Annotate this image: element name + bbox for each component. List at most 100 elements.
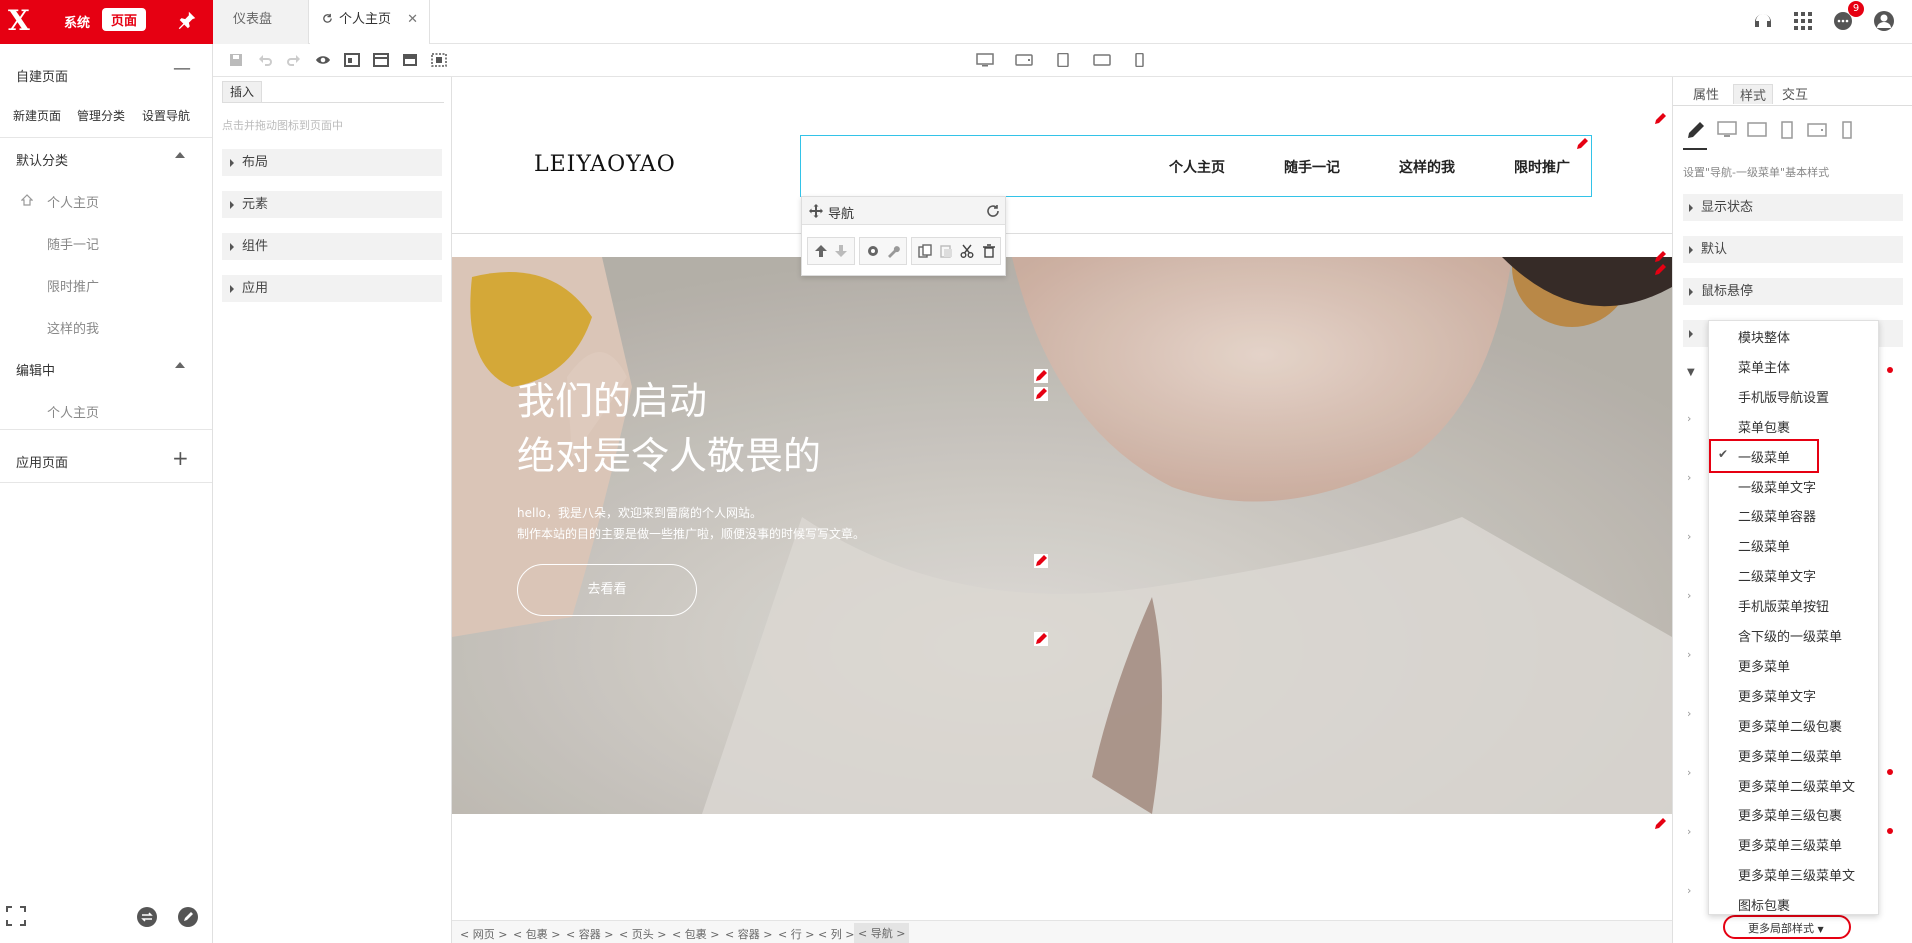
- tab-interaction[interactable]: 交互: [1782, 84, 1808, 103]
- cut-icon[interactable]: [960, 244, 974, 258]
- chevron-right-icon[interactable]: ›: [1687, 707, 1691, 720]
- breadcrumb-item[interactable]: < 容器 >: [725, 926, 772, 942]
- section-components[interactable]: 组件: [222, 233, 442, 260]
- breadcrumb-item[interactable]: < 列 >: [818, 926, 854, 942]
- breadcrumb-item[interactable]: < 页头 >: [619, 926, 666, 942]
- device-laptop-icon[interactable]: [1747, 121, 1767, 139]
- close-icon[interactable]: ✕: [407, 12, 418, 27]
- undo-icon[interactable]: [257, 53, 273, 67]
- nav-item-promotion[interactable]: 限时推广: [47, 276, 99, 295]
- app-pages-heading[interactable]: 应用页面: [16, 452, 68, 471]
- headset-icon[interactable]: [1751, 9, 1775, 33]
- device-phone-icon[interactable]: [1130, 53, 1148, 67]
- chevron-right-icon[interactable]: ›: [1687, 825, 1691, 838]
- dropdown-item[interactable]: 更多菜单三级包裹: [1738, 805, 1842, 824]
- chevron-right-icon[interactable]: ›: [1687, 766, 1691, 779]
- refresh-icon[interactable]: [986, 204, 1000, 218]
- dropdown-item[interactable]: 更多菜单: [1738, 656, 1790, 675]
- fullscreen-icon[interactable]: [6, 906, 26, 926]
- section-apps[interactable]: 应用: [222, 275, 442, 302]
- device-phone-icon[interactable]: [1837, 121, 1857, 139]
- preview-eye-icon[interactable]: [315, 53, 331, 67]
- tab-insert[interactable]: 插入: [222, 81, 262, 103]
- dropdown-item[interactable]: 更多菜单二级菜单文: [1738, 776, 1855, 795]
- layout-icon-1[interactable]: [344, 53, 360, 67]
- redo-icon[interactable]: [286, 53, 302, 67]
- breadcrumb-item[interactable]: < 网页 >: [460, 926, 507, 942]
- chevron-right-icon[interactable]: ›: [1687, 530, 1691, 543]
- nav-item-about-me[interactable]: 这样的我: [47, 318, 99, 337]
- apps-grid-icon[interactable]: [1791, 9, 1815, 33]
- copy-icon[interactable]: [918, 244, 932, 258]
- site-logo[interactable]: LEIYAOYAO: [534, 152, 676, 177]
- edit-pencil-icon[interactable]: [1034, 554, 1048, 568]
- gear-icon[interactable]: [866, 244, 880, 258]
- caret-up-icon[interactable]: [175, 152, 185, 158]
- device-laptop-icon[interactable]: [1015, 53, 1033, 67]
- brand-logo[interactable]: X: [8, 4, 30, 38]
- layout-icon-2[interactable]: [373, 53, 389, 67]
- chevron-right-icon[interactable]: ›: [1687, 471, 1691, 484]
- device-tablet-landscape-icon[interactable]: [1807, 121, 1827, 139]
- new-page-button[interactable]: 新建页面: [13, 107, 61, 124]
- pin-icon[interactable]: [176, 9, 198, 31]
- arrow-down-icon[interactable]: [834, 244, 848, 258]
- breadcrumb-item[interactable]: < 行 >: [778, 926, 814, 942]
- refresh-icon[interactable]: [322, 13, 333, 24]
- section-layout[interactable]: 布局: [222, 149, 442, 176]
- edit-pencil-icon[interactable]: [1653, 112, 1667, 126]
- edit-pencil-icon[interactable]: [1034, 632, 1048, 646]
- more-local-styles-button[interactable]: 更多局部样式 ▼: [1748, 920, 1824, 936]
- system-menu[interactable]: 系统: [64, 12, 90, 31]
- select-area-icon[interactable]: [431, 53, 447, 67]
- set-navigation-button[interactable]: 设置导航: [142, 107, 190, 124]
- page-menu[interactable]: 页面: [102, 8, 147, 31]
- chevron-right-icon[interactable]: ›: [1687, 589, 1691, 602]
- tab-style[interactable]: 样式: [1733, 84, 1774, 104]
- section-display-state[interactable]: 显示状态: [1683, 194, 1903, 221]
- paste-icon[interactable]: [939, 244, 953, 258]
- dropdown-item[interactable]: 二级菜单: [1738, 536, 1790, 555]
- collapse-icon[interactable]: —: [173, 58, 191, 79]
- nav-item-notes[interactable]: 随手一记: [47, 234, 99, 253]
- default-category-heading[interactable]: 默认分类: [16, 150, 68, 169]
- dropdown-item[interactable]: 模块整体: [1738, 327, 1790, 346]
- save-icon[interactable]: [228, 53, 244, 67]
- pencil-icon[interactable]: [1685, 119, 1707, 141]
- dropdown-item[interactable]: 手机版菜单按钮: [1738, 596, 1829, 615]
- device-desktop-icon[interactable]: [1717, 121, 1737, 139]
- dropdown-item[interactable]: 菜单包裹: [1738, 417, 1790, 436]
- dropdown-item[interactable]: 菜单主体: [1738, 357, 1790, 376]
- tab-dashboard[interactable]: 仪表盘: [213, 0, 309, 44]
- site-nav-personal-home[interactable]: 个人主页: [1169, 157, 1225, 177]
- section-default[interactable]: 默认: [1683, 236, 1903, 263]
- site-nav-notes[interactable]: 随手一记: [1284, 157, 1340, 177]
- device-desktop-icon[interactable]: [976, 53, 994, 67]
- edit-pencil-icon[interactable]: [1653, 250, 1667, 264]
- user-icon[interactable]: [1872, 9, 1896, 33]
- hero-banner[interactable]: 我们的启动 绝对是令人敬畏的 hello，我是八朵，欢迎来到雷腐的个人网站。 制…: [452, 257, 1672, 814]
- add-icon[interactable]: +: [172, 446, 189, 470]
- arrow-up-icon[interactable]: [814, 244, 828, 258]
- breadcrumb-item-active[interactable]: < 导航 >: [854, 923, 910, 943]
- tab-properties[interactable]: 属性: [1693, 84, 1719, 103]
- edit-pencil-icon[interactable]: [1034, 387, 1048, 401]
- section-hover[interactable]: 鼠标悬停: [1683, 278, 1903, 305]
- caret-down-icon[interactable]: ▼: [1687, 367, 1695, 378]
- dropdown-item[interactable]: 二级菜单文字: [1738, 566, 1816, 585]
- edit-pencil-icon[interactable]: [1575, 137, 1589, 151]
- section-elements[interactable]: 元素: [222, 191, 442, 218]
- dropdown-item[interactable]: 一级菜单文字: [1738, 477, 1816, 496]
- caret-up-icon[interactable]: [175, 362, 185, 368]
- edit-pencil-icon[interactable]: [1034, 369, 1048, 383]
- swap-icon[interactable]: [136, 906, 158, 928]
- hero-cta-button[interactable]: 去看看: [517, 564, 697, 616]
- editing-heading[interactable]: 编辑中: [16, 360, 55, 379]
- nav-item-editing-home[interactable]: 个人主页: [47, 402, 99, 421]
- trash-icon[interactable]: [982, 244, 996, 258]
- edit-pencil-icon[interactable]: [1653, 263, 1667, 277]
- dropdown-item[interactable]: 含下级的一级菜单: [1738, 626, 1842, 645]
- edit-pencil-icon[interactable]: [1653, 817, 1667, 831]
- edit-icon[interactable]: [177, 906, 199, 928]
- device-tablet-icon[interactable]: [1054, 53, 1072, 67]
